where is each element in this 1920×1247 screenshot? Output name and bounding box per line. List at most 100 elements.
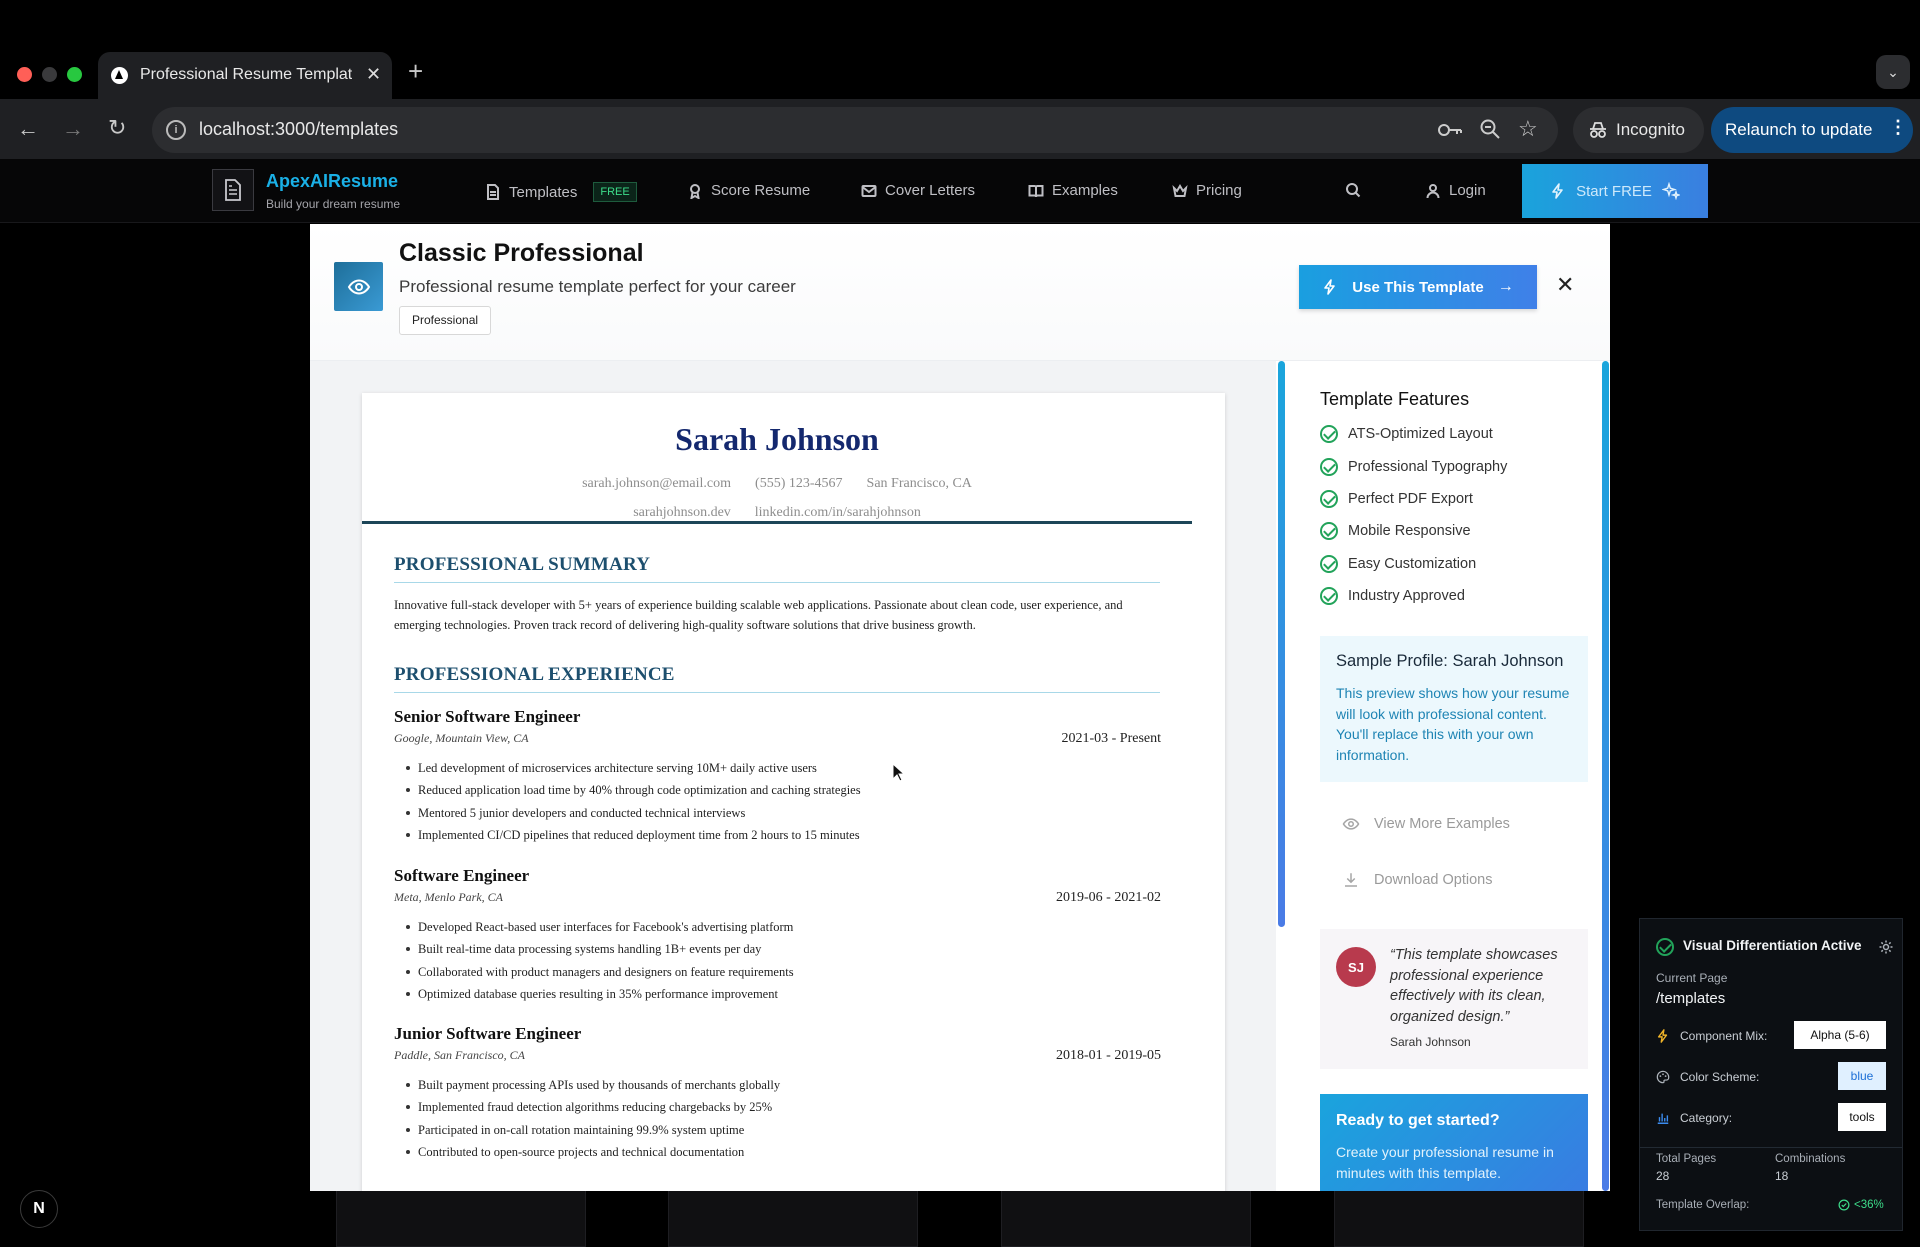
maximize-window-button[interactable] [67, 67, 82, 82]
back-icon[interactable]: ← [17, 118, 39, 140]
visual-differentiation-panel: Visual Differentiation Active Current Pa… [1639, 918, 1903, 1231]
nav-cover-letters[interactable]: Cover Letters [861, 182, 975, 199]
component-mix-row: Component Mix: [1656, 1029, 1767, 1043]
experience-heading: PROFESSIONAL EXPERIENCE [394, 664, 1160, 693]
zoom-icon[interactable] [1479, 118, 1501, 140]
testimonial-author: Sarah Johnson [1390, 1035, 1471, 1049]
total-pages-value: 28 [1656, 1169, 1670, 1183]
resume-preview-pane[interactable]: Sarah Johnson sarah.johnson@email.com (55… [310, 361, 1276, 1191]
category-value: tools [1838, 1103, 1886, 1131]
forward-icon[interactable]: → [62, 118, 84, 140]
resume-location: San Francisco, CA [866, 476, 972, 491]
download-options-button[interactable]: Download Options [1342, 871, 1493, 889]
list-item: Optimized database queries resulting in … [406, 983, 794, 1005]
tab-close-icon[interactable]: ✕ [366, 64, 381, 85]
testimonial-card: SJ “This template showcases professional… [1320, 929, 1588, 1069]
search-button[interactable] [1345, 182, 1361, 198]
feature-label: Mobile Responsive [1348, 523, 1471, 539]
nav-pricing[interactable]: Pricing [1172, 182, 1242, 199]
list-item: Implemented CI/CD pipelines that reduced… [406, 824, 861, 846]
logo-icon[interactable] [212, 169, 254, 211]
preview-scrollbar[interactable] [1278, 361, 1285, 927]
browser-tab[interactable]: Professional Resume Templat ✕ [98, 52, 392, 99]
template-card [1334, 1190, 1584, 1247]
reload-icon[interactable]: ↻ [108, 117, 126, 139]
login-label: Login [1449, 182, 1486, 199]
list-item: Contributed to open-source projects and … [405, 1141, 780, 1163]
feature-label: Easy Customization [1348, 556, 1477, 572]
job-bullets: Led development of microservices archite… [406, 757, 861, 847]
close-window-button[interactable] [17, 67, 32, 82]
avatar: SJ [1336, 947, 1376, 987]
feature-label: ATS-Optimized Layout [1348, 426, 1493, 442]
category-label: Category: [1680, 1111, 1733, 1125]
list-item: Reduced application load time by 40% thr… [406, 779, 861, 801]
incognito-indicator[interactable]: Incognito [1573, 107, 1704, 153]
modal-subtitle: Professional resume template perfect for… [399, 277, 796, 296]
relaunch-button[interactable]: Relaunch to update ⋮ [1711, 107, 1913, 153]
job-dates: 2018-01 - 2019-05 [1056, 1048, 1161, 1063]
list-item: Built payment processing APIs used by th… [405, 1074, 780, 1096]
award-icon [690, 183, 700, 199]
resume-linkedin: linkedin.com/in/sarahjohnson [754, 505, 921, 520]
sample-profile-box: Sample Profile: Sarah Johnson This previ… [1320, 636, 1588, 782]
more-menu-icon[interactable]: ⋮ [1889, 117, 1907, 138]
mouse-cursor-icon [892, 763, 906, 782]
new-tab-icon[interactable]: + [408, 58, 423, 84]
resume-links-line: sarahjohnson.dev linkedin.com/in/sarahjoh… [362, 505, 1192, 521]
close-modal-icon[interactable]: ✕ [1556, 274, 1574, 296]
incognito-icon [1590, 122, 1606, 138]
sample-profile-text: This preview shows how your resume will … [1336, 685, 1570, 763]
start-free-button[interactable]: Start FREE [1522, 164, 1708, 218]
brand-tagline: Build your dream resume [266, 197, 401, 211]
divider [1640, 1147, 1902, 1148]
feature-item: Perfect PDF Export [1320, 490, 1473, 508]
address-bar[interactable]: i localhost:3000/templates ☆ [152, 107, 1558, 153]
preview-eye-icon [334, 262, 383, 311]
nav-templates[interactable]: Templates FREE [485, 182, 637, 202]
free-badge: FREE [593, 182, 637, 202]
gear-icon[interactable] [1878, 939, 1894, 955]
minimize-window-button[interactable] [42, 67, 57, 82]
nav-score-resume-label: Score Resume [711, 182, 811, 199]
nav-examples[interactable]: Examples [1028, 182, 1118, 199]
nextjs-devtools-button[interactable]: N [20, 1190, 58, 1228]
site-info-icon[interactable]: i [166, 120, 186, 140]
summary-text: Innovative full-stack developer with 5+ … [394, 598, 1123, 632]
resume-website: sarahjohnson.dev [633, 505, 731, 520]
modal-header: Classic Professional Professional resume… [310, 224, 1610, 361]
relaunch-label: Relaunch to update [1725, 120, 1873, 139]
color-scheme-label: Color Scheme: [1680, 1070, 1760, 1084]
nav-score-resume[interactable]: Score Resume [687, 182, 810, 199]
bookmark-star-icon[interactable]: ☆ [1518, 116, 1538, 142]
brand-name[interactable]: ApexAIResume [266, 171, 398, 192]
modal-title: Classic Professional [399, 239, 644, 267]
vd-title: Visual Differentiation Active [1683, 938, 1862, 953]
cta-text: Create your professional resume in minut… [1336, 1144, 1554, 1181]
testimonial-quote: “This template showcases professional ex… [1390, 947, 1558, 1025]
palette-icon [1656, 1070, 1670, 1084]
list-item: Developed React-based user interfaces fo… [406, 916, 794, 938]
bolt-icon [1657, 1029, 1668, 1043]
current-page-value: /templates [1656, 990, 1726, 1007]
url-text[interactable]: localhost:3000/templates [199, 119, 398, 140]
list-item: Implemented fraud detection algorithms r… [405, 1096, 780, 1118]
sample-profile-title: Sample Profile: Sarah Johnson [1336, 652, 1564, 670]
job-title: Senior Software Engineer [394, 707, 581, 726]
bar-chart-icon [1657, 1113, 1669, 1124]
login-button[interactable]: Login [1425, 182, 1486, 199]
template-card [336, 1190, 586, 1247]
view-more-examples-button[interactable]: View More Examples [1342, 815, 1510, 833]
combinations-label: Combinations [1775, 1153, 1846, 1165]
tab-search-chevron-icon[interactable]: ⌄ [1876, 55, 1910, 89]
user-icon [1426, 183, 1440, 198]
check-circle-icon [1656, 938, 1674, 956]
password-key-icon[interactable] [1437, 119, 1463, 141]
category-row: Category: [1656, 1111, 1732, 1125]
combinations-value: 18 [1775, 1169, 1789, 1183]
sidebar-scrollbar[interactable] [1602, 361, 1609, 1191]
nav-templates-label: Templates [509, 183, 578, 201]
features-title: Template Features [1320, 389, 1470, 409]
use-template-button[interactable]: Use This Template → [1299, 265, 1537, 309]
download-icon [1345, 873, 1357, 887]
